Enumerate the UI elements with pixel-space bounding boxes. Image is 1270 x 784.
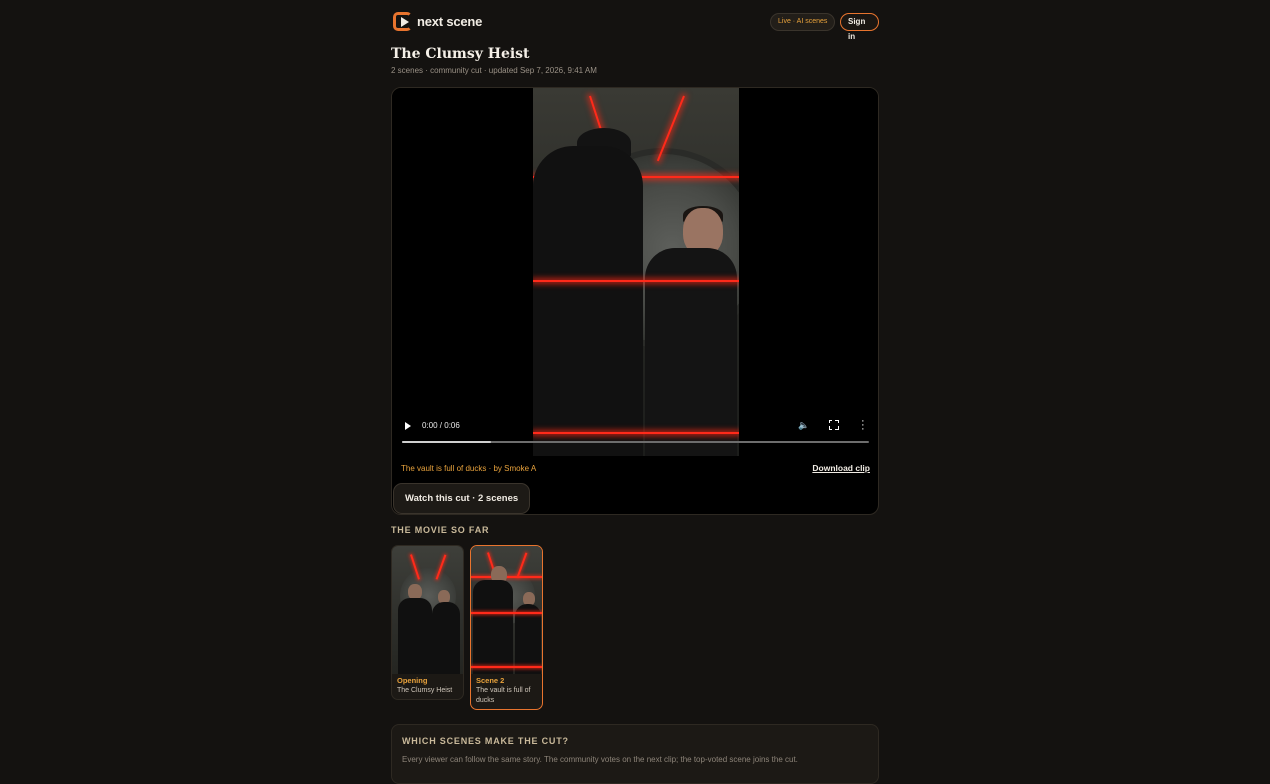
brand-name[interactable]: next scene bbox=[417, 14, 482, 29]
logo-icon[interactable] bbox=[393, 12, 413, 32]
video-controls: 0:00 / 0:06 🔈 · · · bbox=[392, 414, 878, 444]
which-scenes-heading: WHICH SCENES MAKE THE CUT? bbox=[402, 736, 569, 746]
scene-subtitle: The vault is full of ducks bbox=[476, 687, 531, 704]
scene-thumbnail-image bbox=[471, 546, 542, 674]
play-icon[interactable] bbox=[405, 422, 411, 430]
person bbox=[432, 602, 460, 674]
laser-beam bbox=[471, 612, 542, 614]
play-icon bbox=[401, 17, 409, 27]
which-scenes-panel: WHICH SCENES MAKE THE CUT? Every viewer … bbox=[391, 724, 879, 784]
scene-label: Opening bbox=[397, 676, 428, 685]
fullscreen-icon[interactable] bbox=[828, 419, 839, 430]
sign-in-button[interactable]: Sign in bbox=[840, 13, 879, 41]
player-card: 0:00 / 0:06 🔈 · · · The vault is full of d… bbox=[391, 87, 879, 515]
person-standing bbox=[533, 146, 643, 456]
person bbox=[398, 598, 432, 674]
page: next scene Live · AI scenes Sign in The … bbox=[391, 0, 879, 784]
time-readout: 0:00 / 0:06 bbox=[422, 421, 460, 430]
scene-thumb-scene-2[interactable]: Scene 2 The vault is full of ducks bbox=[470, 545, 543, 710]
page-title: The Clumsy Heist bbox=[391, 46, 530, 62]
movie-so-far-heading: THE MOVIE SO FAR bbox=[391, 525, 490, 535]
progress-fill bbox=[402, 441, 491, 443]
more-options-icon[interactable]: · · · bbox=[861, 416, 865, 435]
volume-icon[interactable]: 🔈 bbox=[798, 420, 810, 430]
person bbox=[515, 604, 541, 674]
person bbox=[473, 580, 513, 674]
scene-subtitle: The Clumsy Heist bbox=[397, 687, 453, 694]
top-bar: next scene Live · AI scenes Sign in bbox=[391, 11, 879, 41]
scene-label: Scene 2 bbox=[476, 676, 505, 685]
progress-bar[interactable] bbox=[402, 441, 869, 443]
video-player[interactable]: 0:00 / 0:06 🔈 · · · bbox=[392, 88, 878, 456]
laser-beam bbox=[471, 666, 542, 668]
video-frame bbox=[533, 88, 739, 456]
download-clip-link[interactable]: Download clip bbox=[812, 463, 870, 473]
scene-thumb-opening[interactable]: Opening The Clumsy Heist bbox=[391, 545, 464, 700]
scene-thumbnail-image bbox=[392, 546, 463, 674]
clip-caption: The vault is full of ducks · by Smoke A bbox=[401, 464, 537, 473]
page-meta: 2 scenes · community cut · updated Sep 7… bbox=[391, 66, 597, 75]
watch-cut-button[interactable]: Watch this cut · 2 scenes bbox=[393, 483, 531, 514]
live-badge: Live · AI scenes bbox=[770, 13, 836, 31]
laser-beam bbox=[533, 280, 739, 282]
